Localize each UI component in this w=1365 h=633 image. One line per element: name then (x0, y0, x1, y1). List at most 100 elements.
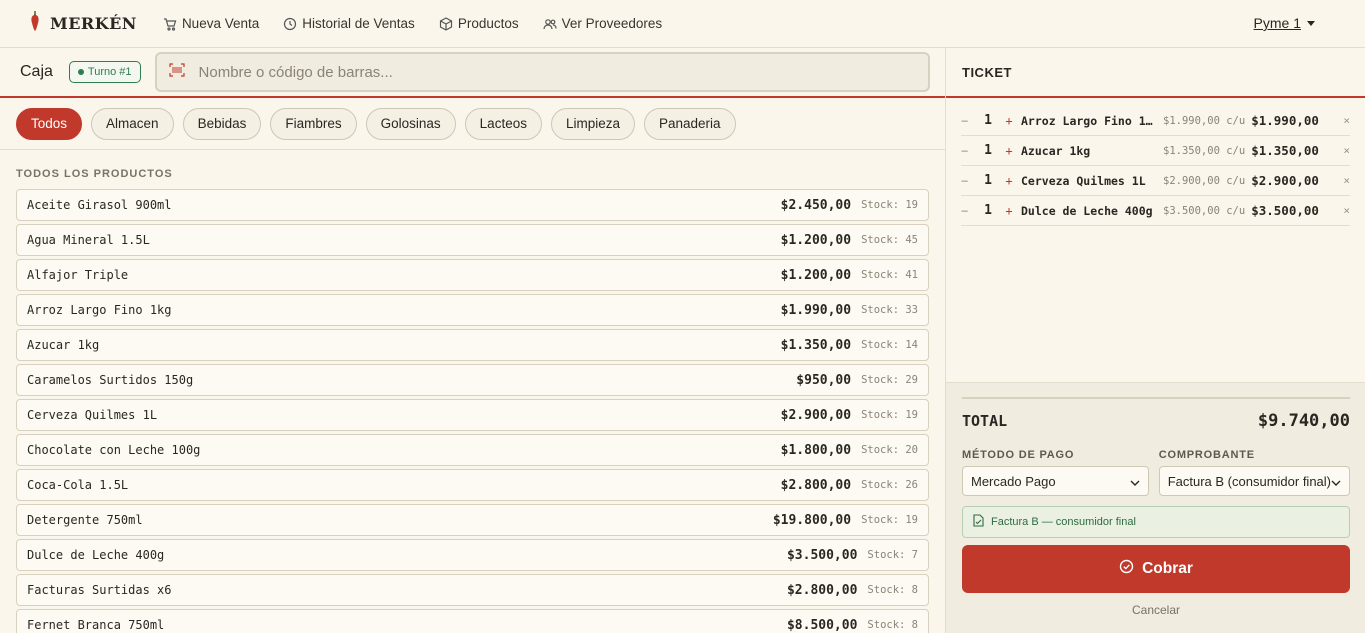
increase-qty-button[interactable]: + (999, 204, 1019, 218)
chevron-down-icon (1130, 474, 1140, 489)
chip-limpieza[interactable]: Limpieza (550, 107, 635, 140)
product-stock: Stock: 20 (861, 444, 918, 456)
item-name: Azucar 1kg (1021, 143, 1091, 158)
decrease-qty-button[interactable]: − (961, 114, 977, 128)
total-value: $9.740,00 (1257, 411, 1350, 431)
product-row[interactable]: Aceite Girasol 900ml $2.450,00 Stock: 19 (16, 189, 929, 221)
nav-nueva-venta[interactable]: Nueva Venta (163, 16, 259, 31)
product-row[interactable]: Cerveza Quilmes 1L $2.900,00 Stock: 19 (16, 399, 929, 431)
payment-method-select[interactable]: Mercado Pago (962, 466, 1149, 496)
document-check-icon (973, 514, 984, 530)
brand[interactable]: MERKÉN (28, 10, 137, 37)
ticket-items: − 1 + Arroz Largo Fino 1kg $1.990,00 c/u… (946, 98, 1365, 382)
product-stock: Stock: 33 (861, 304, 918, 316)
decrease-qty-button[interactable]: − (961, 204, 977, 218)
product-row[interactable]: Caramelos Surtidos 150g $950,00 Stock: 29 (16, 364, 929, 396)
chip-panaderia[interactable]: Panaderia (644, 107, 736, 140)
product-price: $1.990,00 (780, 302, 852, 318)
check-circle-icon (1119, 559, 1134, 579)
chevron-down-icon (1331, 474, 1341, 489)
product-price: $2.900,00 (780, 407, 852, 423)
product-row[interactable]: Dulce de Leche 400g $3.500,00 Stock: 7 (16, 539, 929, 571)
decrease-qty-button[interactable]: − (961, 144, 977, 158)
product-name: Coca-Cola 1.5L (27, 478, 129, 492)
item-unit-price: $3.500,00 c/u (1163, 204, 1246, 217)
product-name: Aceite Girasol 900ml (27, 198, 172, 212)
product-price: $1.200,00 (780, 232, 852, 248)
caja-label: Caja (20, 63, 53, 80)
chip-almacen[interactable]: Almacen (91, 107, 174, 140)
brand-name: MERKÉN (50, 14, 137, 33)
product-stock: Stock: 19 (861, 409, 918, 421)
product-row[interactable]: Chocolate con Leche 100g $1.800,00 Stock: … (16, 434, 929, 466)
product-stock: Stock: 19 (861, 514, 918, 526)
nav-nueva-venta-label: Nueva Venta (181, 16, 260, 31)
item-total: $1.350,00 (1251, 143, 1319, 158)
product-stock: Stock: 8 (867, 584, 918, 596)
product-row[interactable]: Alfajor Triple $1.200,00 Stock: 41 (16, 259, 929, 291)
item-qty: 1 (984, 143, 992, 158)
increase-qty-button[interactable]: + (999, 144, 1019, 158)
product-row[interactable]: Azucar 1kg $1.350,00 Stock: 14 (16, 329, 929, 361)
voucher-label: COMPROBANTE (1158, 449, 1255, 461)
product-row[interactable]: Detergente 750ml $19.800,00 Stock: 19 (16, 504, 929, 536)
remove-item-button[interactable]: × (1343, 114, 1350, 127)
pos-panel: Caja Turno #1 Todos Almacen Bebidas Fiam… (0, 48, 946, 633)
nav-historial-label: Historial de Ventas (302, 16, 415, 31)
item-qty: 1 (984, 113, 992, 128)
remove-item-button[interactable]: × (1343, 174, 1350, 187)
user-menu[interactable]: Pyme 1 (1254, 15, 1315, 31)
product-row[interactable]: Facturas Surtidas x6 $2.800,00 Stock: 8 (16, 574, 929, 606)
product-price: $1.200,00 (780, 267, 852, 283)
product-stock: Stock: 8 (867, 619, 918, 631)
product-row[interactable]: Arroz Largo Fino 1kg $1.990,00 Stock: 33 (16, 294, 929, 326)
user-name: Pyme 1 (1253, 15, 1301, 31)
product-row[interactable]: Coca-Cola 1.5L $2.800,00 Stock: 26 (16, 469, 929, 501)
product-price: $19.800,00 (772, 512, 852, 528)
remove-item-button[interactable]: × (1343, 204, 1350, 217)
payment-method-label: MÉTODO DE PAGO (962, 449, 1075, 461)
products-title: TODOS LOS PRODUCTOS (16, 168, 173, 180)
decrease-qty-button[interactable]: − (961, 174, 977, 188)
cancel-button[interactable]: Cancelar (962, 603, 1350, 617)
caja-bar: Caja Turno #1 (0, 48, 945, 98)
chip-golosinas[interactable]: Golosinas (365, 107, 456, 140)
product-name: Chocolate con Leche 100g (27, 443, 201, 457)
users-icon (543, 17, 557, 31)
product-price: $2.800,00 (780, 477, 852, 493)
increase-qty-button[interactable]: + (999, 114, 1019, 128)
product-stock: Stock: 41 (861, 269, 918, 281)
product-name: Fernet Branca 750ml (27, 618, 165, 632)
product-row[interactable]: Agua Mineral 1.5L $1.200,00 Stock: 45 (16, 224, 929, 256)
product-name: Caramelos Surtidos 150g (27, 373, 194, 387)
increase-qty-button[interactable]: + (999, 174, 1019, 188)
checkout-panel: TOTAL $9.740,00 MÉTODO DE PAGO Mercado P… (946, 382, 1365, 633)
nav-proveedores-label: Ver Proveedores (561, 16, 663, 31)
product-row[interactable]: Fernet Branca 750ml $8.500,00 Stock: 8 (16, 609, 929, 633)
ticket-item: − 1 + Dulce de Leche 400g $3.500,00 c/u … (961, 196, 1350, 226)
remove-item-button[interactable]: × (1343, 144, 1350, 157)
cobrar-button[interactable]: Cobrar (962, 545, 1350, 593)
item-name: Dulce de Leche 400g (1021, 203, 1153, 218)
product-price: $1.350,00 (780, 337, 852, 353)
product-stock: Stock: 26 (861, 479, 918, 491)
ticket-item: − 1 + Cerveza Quilmes 1L $2.900,00 c/u $… (961, 166, 1350, 196)
cart-icon (163, 17, 177, 31)
item-qty: 1 (984, 203, 992, 218)
nav-productos[interactable]: Productos (439, 16, 519, 31)
voucher-select[interactable]: Factura B (consumidor final) (1158, 466, 1350, 496)
search-box[interactable] (154, 52, 930, 92)
category-chips: Todos Almacen Bebidas Fiambres Golosinas… (0, 98, 945, 150)
chip-fiambres[interactable]: Fiambres (270, 107, 357, 140)
nav-proveedores[interactable]: Ver Proveedores (543, 16, 663, 31)
product-price: $8.500,00 (786, 617, 858, 633)
chip-bebidas[interactable]: Bebidas (182, 107, 262, 140)
voucher-value: Factura B (consumidor final) (1167, 473, 1331, 489)
status-dot-icon (77, 69, 84, 75)
chip-lacteos[interactable]: Lacteos (464, 107, 542, 140)
chip-todos[interactable]: Todos (16, 107, 83, 140)
nav-historial[interactable]: Historial de Ventas (283, 16, 415, 31)
product-stock: Stock: 7 (867, 549, 918, 561)
payment-method-value: Mercado Pago (971, 473, 1056, 489)
search-input[interactable] (198, 63, 916, 81)
